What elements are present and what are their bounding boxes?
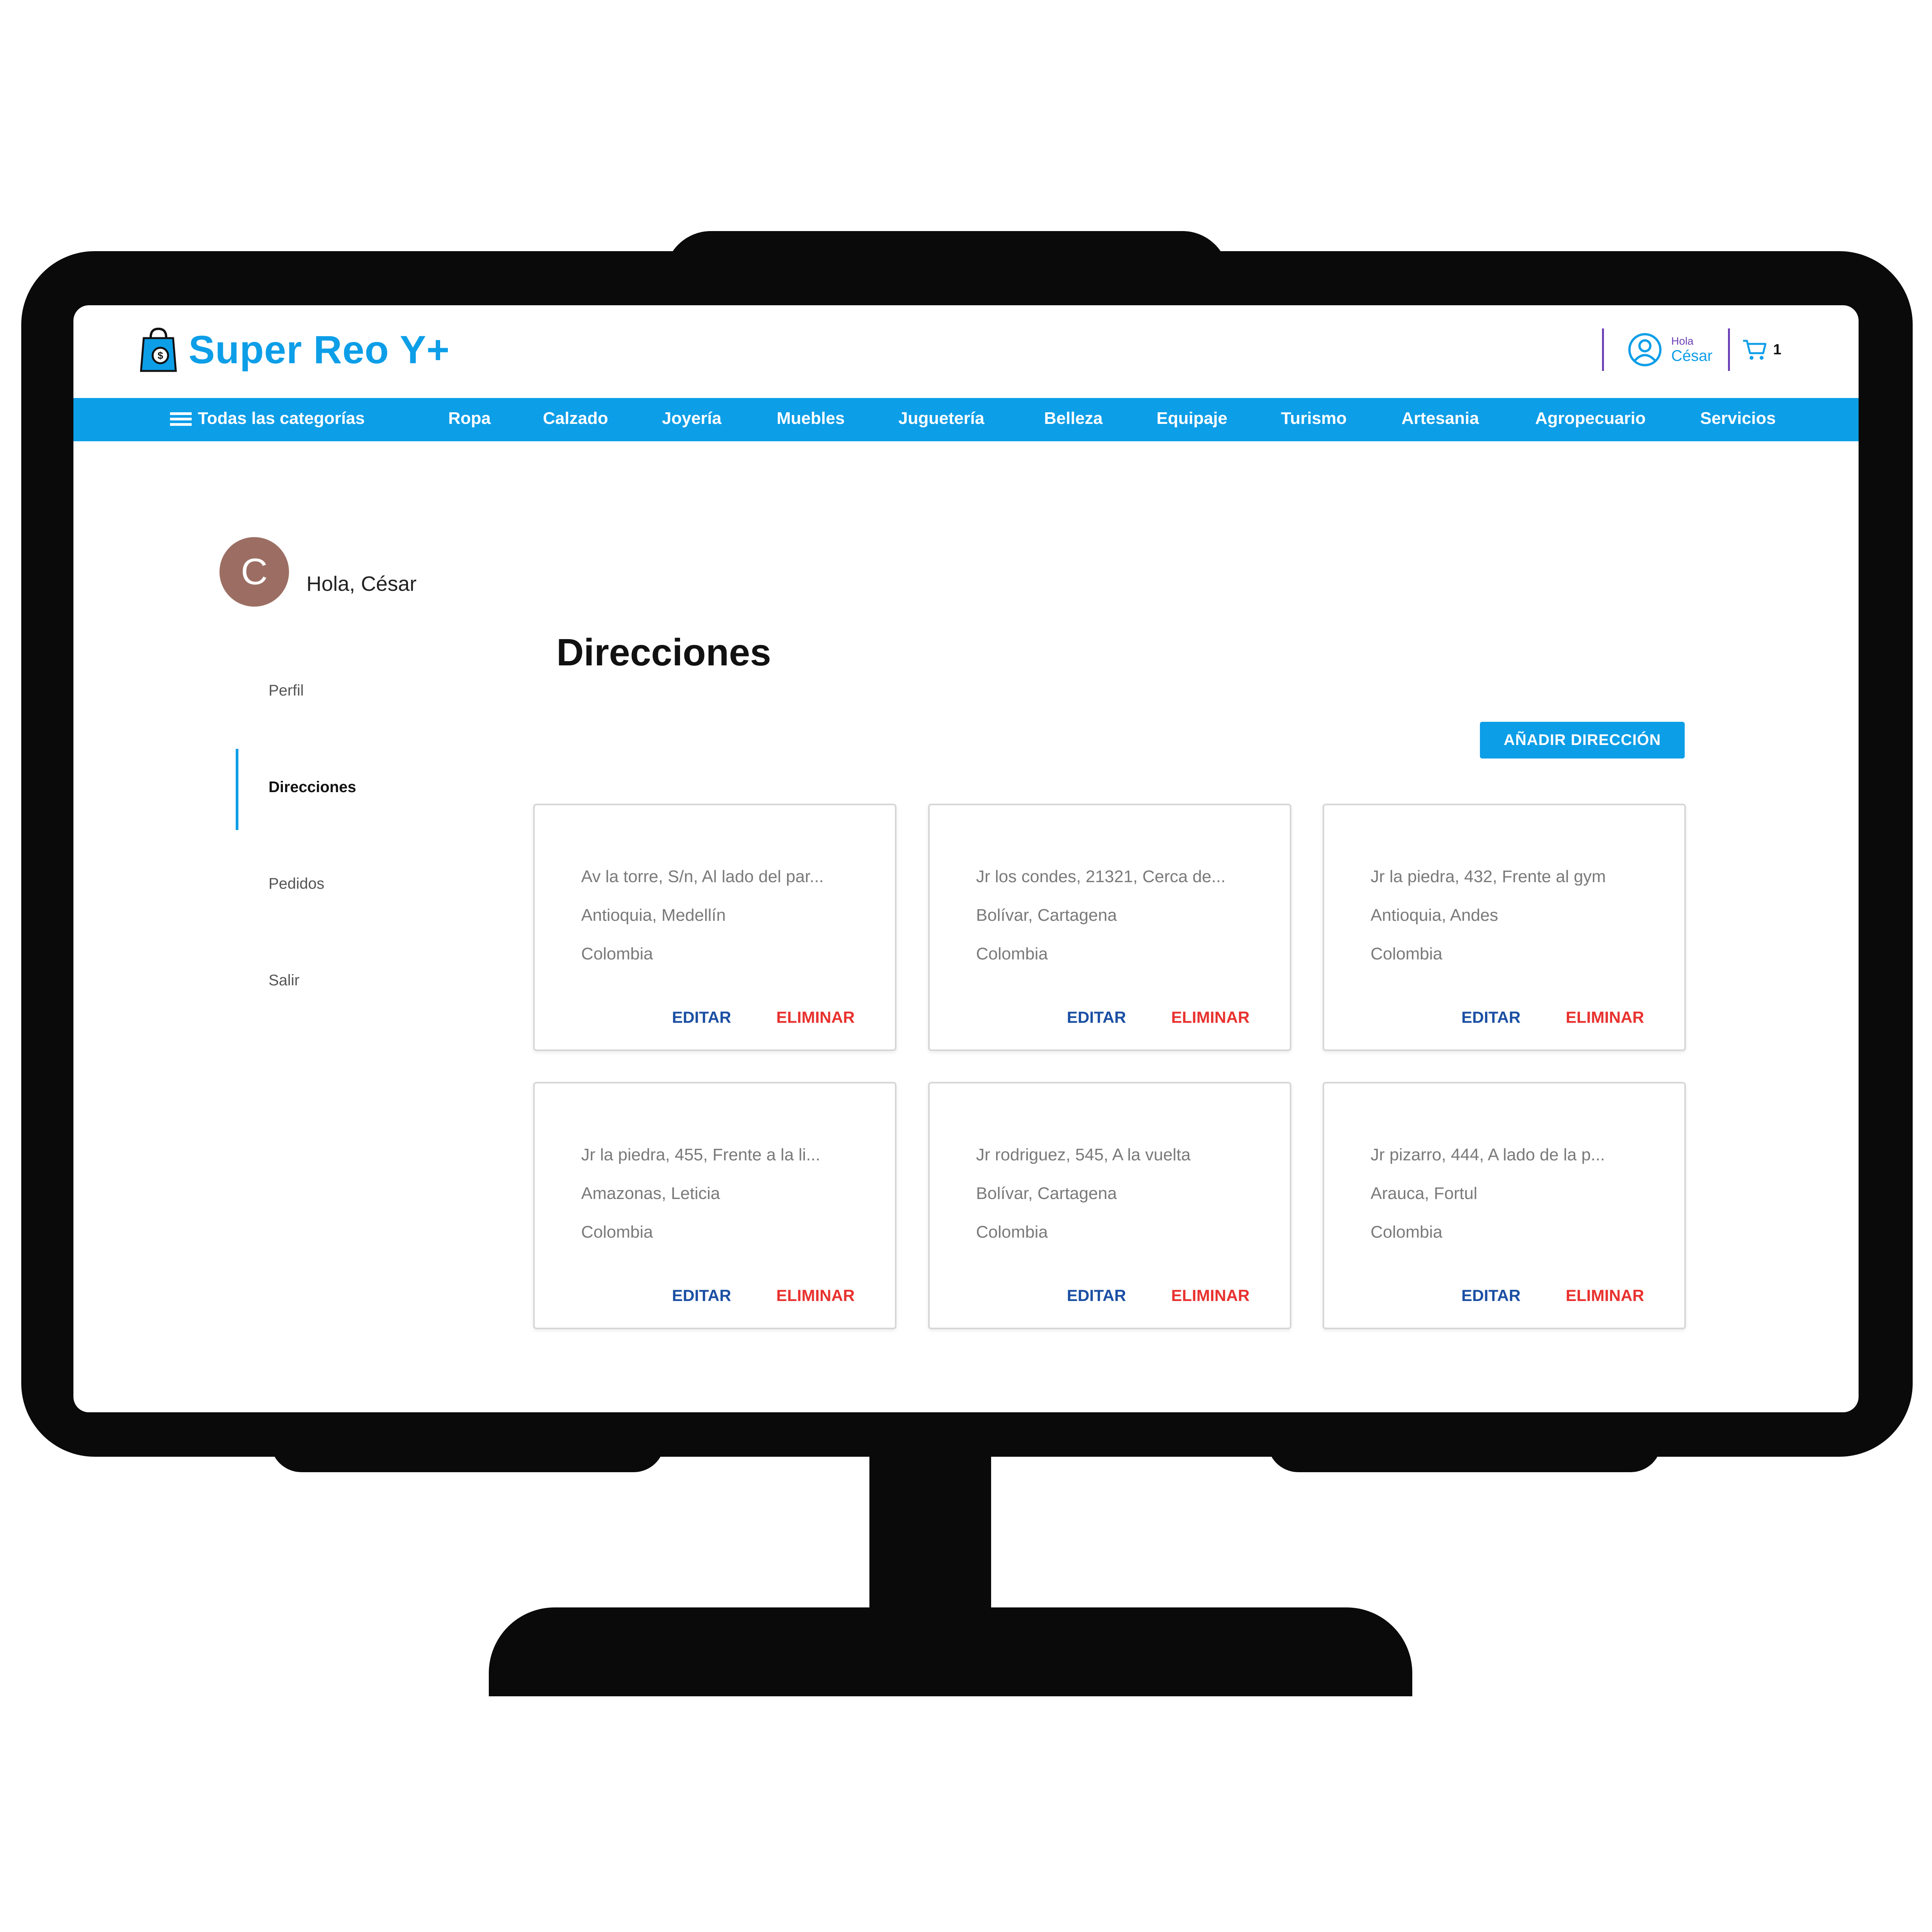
page-title: Direcciones: [556, 631, 771, 673]
address-line2: Antioquia, Andes: [1371, 906, 1498, 925]
nav-item-artesania[interactable]: Artesania: [1401, 409, 1479, 428]
address-line2: Antioquia, Medellín: [581, 906, 726, 925]
delete-address-button[interactable]: ELIMINAR: [1171, 1286, 1250, 1305]
category-navbar: Todas las categorías Ropa Calzado Joyerí…: [73, 398, 1859, 441]
address-card: Jr pizarro, 444, A lado de la p... Arauc…: [1323, 1082, 1686, 1329]
shopping-cart-icon: [1743, 340, 1767, 360]
delete-address-button[interactable]: ELIMINAR: [1566, 1286, 1644, 1305]
nav-item-belleza[interactable]: Belleza: [1044, 409, 1103, 428]
user-name: César: [1671, 347, 1713, 364]
sidebar-item-direcciones[interactable]: Direcciones: [269, 779, 356, 796]
hamburger-menu-icon: [170, 412, 192, 426]
address-line2: Arauca, Fortul: [1371, 1184, 1478, 1203]
avatar: C: [219, 537, 289, 607]
edit-address-button[interactable]: EDITAR: [1067, 1286, 1126, 1305]
user-account-icon[interactable]: [1627, 332, 1663, 367]
header-divider: [1602, 328, 1604, 371]
user-menu[interactable]: Hola César: [1671, 335, 1713, 365]
sidebar-item-perfil[interactable]: Perfil: [269, 682, 304, 699]
address-line1: Jr rodriguez, 545, A la vuelta: [976, 1145, 1191, 1164]
brand-name: Super Reo Y+: [189, 327, 450, 372]
nav-item-ropa[interactable]: Ropa: [448, 409, 491, 428]
add-address-button[interactable]: AÑADIR DIRECCIÓN: [1480, 722, 1685, 759]
monitor-bezel-foot-left: [270, 1430, 665, 1472]
nav-item-muebles[interactable]: Muebles: [777, 409, 845, 428]
shopping-bag-icon: $: [140, 327, 177, 372]
monitor-stand-base: [489, 1607, 1412, 1696]
sidebar-item-pedidos[interactable]: Pedidos: [269, 875, 325, 893]
svg-text:$: $: [158, 350, 163, 361]
nav-item-calzado[interactable]: Calzado: [543, 409, 608, 428]
user-greeting: Hola: [1671, 335, 1694, 347]
nav-item-equipaje[interactable]: Equipaje: [1156, 409, 1227, 428]
sidebar-active-indicator: [236, 749, 238, 830]
monitor-bezel-foot-right: [1267, 1430, 1662, 1472]
edit-address-button[interactable]: EDITAR: [672, 1286, 731, 1305]
address-country: Colombia: [1371, 944, 1442, 963]
address-country: Colombia: [976, 944, 1048, 963]
address-line1: Av la torre, S/n, Al lado del par...: [581, 867, 824, 886]
header-divider: [1728, 328, 1730, 371]
nav-all-categories[interactable]: Todas las categorías: [170, 409, 365, 428]
address-line1: Jr los condes, 21321, Cerca de...: [976, 867, 1226, 886]
nav-all-categories-label: Todas las categorías: [198, 409, 365, 428]
cart-button[interactable]: 1: [1742, 338, 1781, 361]
user-greeting-sidebar: Hola, César: [306, 572, 417, 595]
nav-item-jugueteria[interactable]: Juguetería: [898, 409, 985, 428]
address-line1: Jr pizarro, 444, A lado de la p...: [1371, 1145, 1605, 1164]
edit-address-button[interactable]: EDITAR: [1461, 1286, 1520, 1305]
address-country: Colombia: [581, 944, 653, 963]
brand-logo[interactable]: $ Super Reo Y+: [139, 327, 450, 373]
nav-item-agropecuario[interactable]: Agropecuario: [1535, 409, 1646, 428]
user-area: Hola César 1: [1602, 328, 1781, 371]
delete-address-button[interactable]: ELIMINAR: [776, 1008, 855, 1027]
address-card: Jr la piedra, 432, Frente al gym Antioqu…: [1323, 804, 1686, 1051]
edit-address-button[interactable]: EDITAR: [1067, 1008, 1126, 1027]
edit-address-button[interactable]: EDITAR: [672, 1008, 731, 1027]
nav-item-turismo[interactable]: Turismo: [1281, 409, 1347, 428]
address-country: Colombia: [581, 1223, 653, 1242]
cart-count: 1: [1773, 341, 1781, 358]
address-card: Jr los condes, 21321, Cerca de... Bolíva…: [928, 804, 1291, 1051]
address-line1: Jr la piedra, 455, Frente a la li...: [581, 1145, 820, 1164]
address-line2: Amazonas, Leticia: [581, 1184, 720, 1203]
address-card: Jr la piedra, 455, Frente a la li... Ama…: [533, 1082, 896, 1329]
monitor-stand-neck: [869, 1457, 991, 1619]
address-country: Colombia: [1371, 1223, 1442, 1242]
address-country: Colombia: [976, 1223, 1048, 1242]
sidebar-item-salir[interactable]: Salir: [269, 972, 299, 989]
delete-address-button[interactable]: ELIMINAR: [776, 1286, 855, 1305]
edit-address-button[interactable]: EDITAR: [1461, 1008, 1520, 1027]
address-line2: Bolívar, Cartagena: [976, 906, 1117, 925]
address-line1: Jr la piedra, 432, Frente al gym: [1371, 867, 1606, 886]
nav-item-joyeria[interactable]: Joyería: [662, 409, 721, 428]
address-line2: Bolívar, Cartagena: [976, 1184, 1117, 1203]
address-card: Av la torre, S/n, Al lado del par... Ant…: [533, 804, 896, 1051]
monitor-screen: $ Super Reo Y+ Hola César 1 Todas las ca…: [73, 305, 1859, 1412]
delete-address-button[interactable]: ELIMINAR: [1171, 1008, 1250, 1027]
address-card: Jr rodriguez, 545, A la vuelta Bolívar, …: [928, 1082, 1291, 1329]
delete-address-button[interactable]: ELIMINAR: [1566, 1008, 1644, 1027]
nav-item-servicios[interactable]: Servicios: [1700, 409, 1776, 428]
